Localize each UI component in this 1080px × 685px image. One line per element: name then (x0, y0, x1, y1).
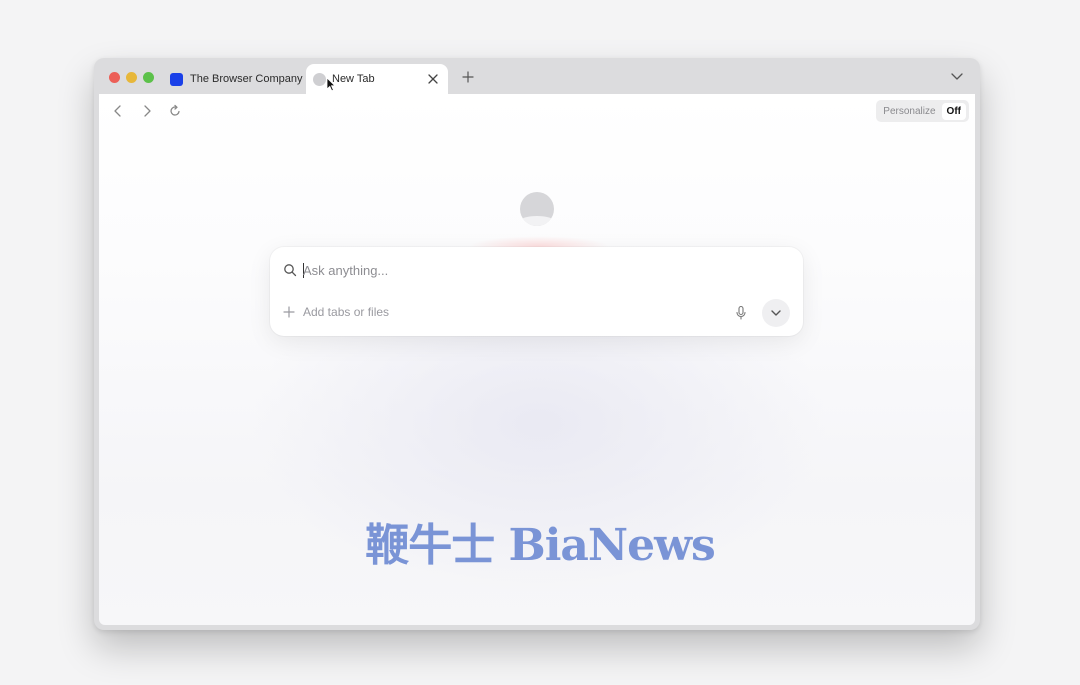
add-tabs-or-files-label: Add tabs or files (303, 305, 390, 319)
new-tab-globe-icon (313, 72, 326, 86)
tab-the-browser-company[interactable]: The Browser Company (164, 64, 304, 94)
back-arrow-icon[interactable] (111, 104, 125, 118)
microphone-icon[interactable] (734, 305, 748, 321)
tab-bar: The Browser Company New Tab (94, 58, 980, 94)
mouse-pointer-icon (326, 77, 336, 92)
add-tabs-or-files-button[interactable]: Add tabs or files (283, 305, 389, 319)
maximize-window-button[interactable] (143, 72, 154, 83)
close-tab-icon[interactable] (426, 72, 440, 86)
minimize-window-button[interactable] (126, 72, 137, 83)
personalize-state[interactable]: Off (941, 102, 966, 120)
close-window-button[interactable] (109, 72, 120, 83)
chevron-down-icon (771, 310, 781, 316)
personalize-toggle[interactable]: Personalize Off (876, 100, 969, 122)
plus-icon (283, 306, 295, 318)
options-dropdown-button[interactable] (762, 299, 790, 327)
forward-arrow-icon[interactable] (140, 104, 154, 118)
reload-icon[interactable] (168, 104, 182, 118)
personalize-label: Personalize (883, 105, 936, 117)
tab-label: New Tab (332, 73, 375, 85)
new-tab-plus-icon[interactable] (461, 70, 475, 84)
search-icon (284, 264, 297, 277)
tab-label: The Browser Company (190, 73, 303, 85)
search-input[interactable] (303, 258, 723, 282)
watermark-logo: 鞭牛士 BiaNews (365, 520, 716, 571)
browser-company-logo-icon (170, 72, 183, 86)
tab-list-chevron-down-icon[interactable] (950, 71, 964, 83)
search-box: Add tabs or files (270, 247, 803, 336)
avatar[interactable] (520, 192, 554, 226)
